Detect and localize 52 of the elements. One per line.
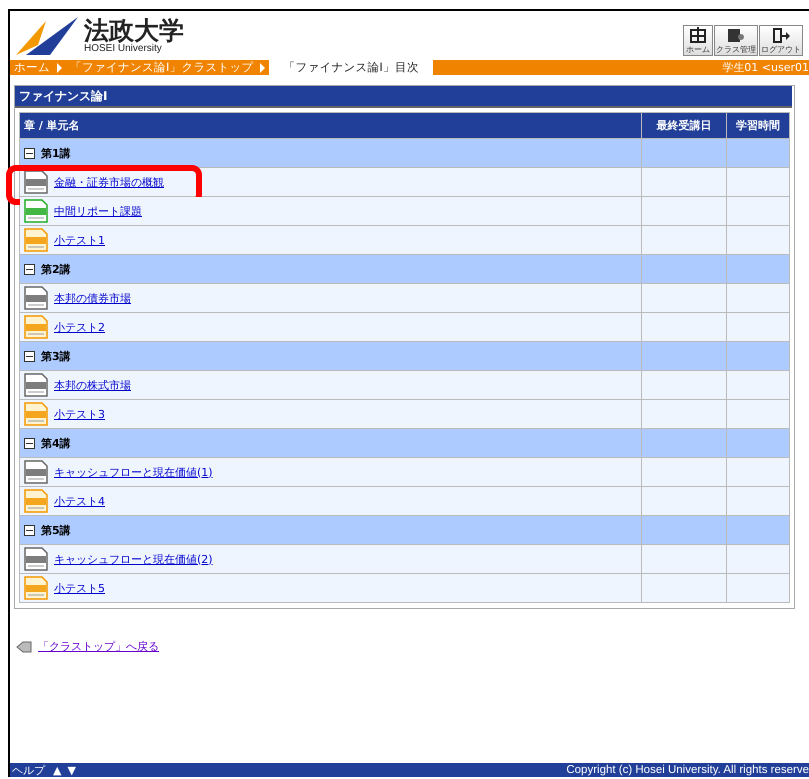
section-label: 第2講 bbox=[41, 262, 71, 276]
unit-link[interactable]: 小テスト2 bbox=[54, 320, 105, 334]
user-name: 学生01 <user01 bbox=[722, 60, 809, 75]
class-tool-button[interactable]: クラス管理 bbox=[714, 25, 758, 56]
unit-link[interactable]: 小テスト1 bbox=[54, 232, 105, 248]
column-header: 学習時間 bbox=[726, 112, 790, 138]
unit-link[interactable]: 本邦の株式市場 bbox=[54, 378, 131, 392]
home-tool-button[interactable]: ホーム bbox=[683, 25, 713, 56]
test-document-icon bbox=[24, 228, 48, 252]
copyright-text: Copyright (c) Hosei University. All rights reserve bbox=[566, 764, 809, 776]
test-document-icon bbox=[24, 489, 48, 513]
unit-link[interactable]: 小テスト3 bbox=[54, 406, 105, 422]
unit-link[interactable]: 小テスト5 bbox=[54, 580, 105, 596]
column-header: 最終受講日 bbox=[642, 112, 726, 138]
test-document-icon bbox=[24, 315, 48, 339]
text-document-icon bbox=[24, 373, 48, 397]
scroll-up-button[interactable]: ▲ bbox=[53, 764, 62, 776]
test-document-icon bbox=[24, 402, 48, 426]
text-document-icon bbox=[24, 460, 48, 484]
collapse-toggle[interactable] bbox=[24, 524, 35, 536]
logout-tool-button[interactable]: ログアウト bbox=[759, 25, 803, 56]
section-label: 第1講 bbox=[41, 146, 71, 160]
panel-title: ファイナンス論Ⅰ bbox=[15, 86, 792, 108]
unit-link[interactable]: キャッシュフローと現在価値(1) bbox=[54, 464, 213, 480]
section-label: 第4講 bbox=[41, 436, 71, 450]
unit-link[interactable]: キャッシュフローと現在価値(2) bbox=[54, 552, 213, 566]
collapse-toggle[interactable] bbox=[24, 148, 35, 158]
text-document-icon bbox=[24, 170, 48, 194]
back-link[interactable]: 「クラストップ」へ戻る bbox=[38, 639, 159, 654]
section-label: 第5講 bbox=[41, 522, 71, 538]
report-document-icon bbox=[24, 199, 48, 223]
unit-link[interactable]: 小テスト4 bbox=[54, 494, 105, 508]
collapse-toggle[interactable] bbox=[24, 264, 35, 274]
university-subtitle: HOSEI University bbox=[84, 44, 162, 54]
help-link[interactable]: ヘルプ bbox=[12, 762, 45, 778]
text-document-icon bbox=[24, 286, 48, 310]
breadcrumb-link[interactable]: 「ファイナンス論Ⅰ」目次 bbox=[269, 60, 433, 75]
university-name: 法政大学 bbox=[84, 18, 184, 42]
column-header: 章 / 単元名 bbox=[20, 112, 642, 138]
unit-link[interactable]: 金融・証券市場の概観 bbox=[54, 174, 164, 190]
scroll-down-button[interactable]: ▼ bbox=[67, 764, 76, 776]
exit-door-icon bbox=[771, 26, 791, 44]
collapse-toggle[interactable] bbox=[24, 438, 35, 448]
unit-link[interactable]: 本邦の債券市場 bbox=[54, 290, 131, 306]
building-icon bbox=[688, 26, 708, 44]
text-document-icon bbox=[24, 547, 48, 571]
collapse-toggle[interactable] bbox=[24, 350, 35, 362]
logo-icon bbox=[16, 14, 80, 56]
unit-link[interactable]: 中間リポート課題 bbox=[54, 204, 142, 218]
section-label: 第3講 bbox=[41, 348, 71, 364]
back-arrow-icon bbox=[16, 640, 32, 652]
test-document-icon bbox=[24, 576, 48, 600]
